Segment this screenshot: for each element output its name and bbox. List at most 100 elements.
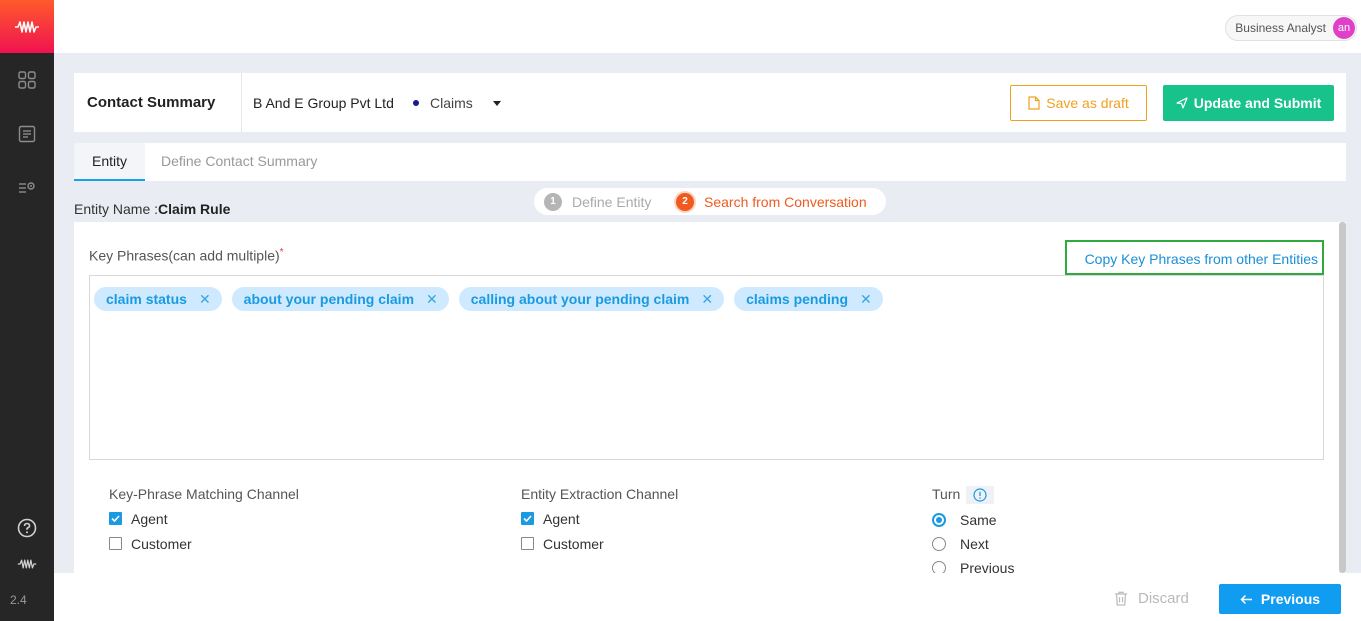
chevron-down-icon: [492, 100, 501, 106]
discard-label: Discard: [1138, 590, 1189, 607]
grid-icon: [18, 71, 36, 89]
radio-unselected[interactable]: [932, 536, 946, 551]
rail-item-documents[interactable]: [17, 124, 37, 144]
chip-label: claim status: [106, 291, 187, 307]
matching-channel-group: Key-Phrase Matching Channel Agent Custom…: [109, 486, 299, 552]
previous-button[interactable]: Previous: [1219, 584, 1341, 614]
turn-group: Turn Same Next Previous: [932, 486, 1014, 576]
header-divider: [241, 73, 242, 132]
close-icon[interactable]: ✕: [426, 291, 438, 308]
trash-icon: [1115, 591, 1127, 606]
step-number: 2: [676, 193, 694, 211]
key-phrases-label-text: Key Phrases(can add multiple): [89, 247, 280, 264]
extraction-agent-option[interactable]: Agent: [521, 510, 678, 527]
waveform-icon: [17, 559, 37, 569]
info-circle-icon: [973, 488, 987, 502]
previous-label: Previous: [1260, 591, 1321, 607]
check-icon: [523, 515, 532, 522]
update-submit-button[interactable]: Update and Submit: [1163, 85, 1334, 121]
chip-label: calling about your pending claim: [470, 291, 690, 307]
help-button[interactable]: [17, 518, 37, 538]
chip-label: claims pending: [746, 291, 849, 307]
extraction-customer-option[interactable]: Customer: [521, 535, 678, 552]
key-phrases-label: Key Phrases(can add multiple)*: [89, 247, 284, 264]
entity-name-label: Entity Name :: [74, 201, 159, 217]
checkbox-checked[interactable]: [109, 512, 122, 525]
entity-name: Entity Name :Claim Rule: [74, 201, 230, 217]
turn-title: Turn: [932, 486, 1014, 505]
turn-title-text: Turn: [932, 486, 961, 502]
document-icon: [1028, 96, 1040, 110]
user-role-label: Business Analyst: [1235, 21, 1326, 35]
arrow-left-icon: [1240, 594, 1252, 604]
bottom-logo: [17, 554, 37, 574]
company-name: B And E Group Pvt Ltd: [253, 95, 394, 111]
option-label: Customer: [543, 535, 604, 552]
close-icon[interactable]: ✕: [199, 291, 211, 308]
matching-customer-option[interactable]: Customer: [109, 535, 299, 552]
radio-selected[interactable]: [932, 512, 946, 527]
option-label: Agent: [543, 510, 580, 527]
step-define-entity[interactable]: 1 Define Entity: [544, 193, 651, 211]
user-role-chip[interactable]: Business Analyst an: [1225, 15, 1357, 41]
copy-key-phrases-link[interactable]: Copy Key Phrases from other Entities: [1065, 240, 1324, 275]
discard-button[interactable]: Discard: [1114, 590, 1189, 607]
key-phrase-chip: claims pending ✕: [734, 287, 883, 311]
close-icon[interactable]: ✕: [860, 291, 872, 308]
contact-summary-header: Contact Summary B And E Group Pvt Ltd Cl…: [74, 73, 1346, 132]
info-icon[interactable]: [966, 486, 995, 505]
category-dropdown[interactable]: Claims: [413, 95, 501, 111]
stepper: 1 Define Entity 2 Search from Conversati…: [534, 188, 886, 215]
tab-entity[interactable]: Entity: [74, 143, 145, 181]
top-bar: Business Analyst an: [54, 0, 1361, 53]
page-title: Contact Summary: [87, 94, 216, 111]
matching-agent-option[interactable]: Agent: [109, 510, 299, 527]
option-label: Agent: [131, 510, 168, 527]
extraction-channel-title: Entity Extraction Channel: [521, 486, 679, 502]
checkbox-unchecked[interactable]: [109, 537, 122, 550]
checkbox-checked[interactable]: [521, 512, 534, 525]
turn-next-option[interactable]: Next: [932, 535, 1014, 552]
document-list-icon: [18, 125, 36, 143]
rail-item-rules[interactable]: [17, 178, 37, 198]
settings-list-icon: [19, 182, 35, 193]
checkbox-unchecked[interactable]: [521, 537, 534, 550]
key-phrase-chips: claim status ✕ about your pending claim …: [94, 287, 883, 311]
step-label: Search from Conversation: [704, 194, 867, 210]
waveform-icon: [15, 20, 39, 33]
key-phrase-chip: calling about your pending claim ✕: [458, 287, 725, 311]
key-phrase-chip: claim status ✕: [94, 287, 222, 311]
step-label: Define Entity: [572, 194, 652, 210]
option-label: Next: [960, 535, 989, 552]
option-label: Same: [960, 511, 997, 528]
save-draft-button[interactable]: Save as draft: [1010, 85, 1147, 121]
tab-bar: Entity Define Contact Summary: [74, 143, 1346, 181]
check-icon: [111, 515, 120, 522]
entity-form: Key Phrases(can add multiple)* Copy Key …: [74, 222, 1346, 576]
app-logo[interactable]: [0, 0, 54, 53]
key-phrases-input[interactable]: claim status ✕ about your pending claim …: [89, 275, 1324, 460]
turn-same-option[interactable]: Same: [932, 511, 1014, 528]
update-submit-label: Update and Submit: [1193, 95, 1322, 111]
avatar: an: [1333, 17, 1355, 39]
matching-channel-title: Key-Phrase Matching Channel: [109, 486, 299, 502]
help-circle-icon: [17, 518, 37, 538]
tab-define-contact-summary[interactable]: Define Contact Summary: [161, 143, 317, 181]
step-search-conversation[interactable]: 2 Search from Conversation: [676, 193, 867, 211]
chip-label: about your pending claim: [243, 291, 415, 307]
save-draft-label: Save as draft: [1046, 95, 1129, 111]
required-mark: *: [279, 247, 284, 258]
category-dot-icon: [413, 100, 419, 106]
key-phrase-chip: about your pending claim ✕: [231, 287, 449, 311]
extraction-channel-group: Entity Extraction Channel Agent Customer: [521, 486, 678, 552]
scrollbar[interactable]: [1339, 222, 1346, 573]
app-version: 2.4: [10, 593, 27, 607]
category-value: Claims: [430, 95, 473, 111]
option-label: Customer: [131, 535, 192, 552]
rail-item-dashboard[interactable]: [17, 70, 37, 90]
footer-bar: Discard Previous: [54, 573, 1361, 621]
step-number: 1: [544, 193, 562, 211]
send-icon: [1176, 97, 1188, 109]
entity-name-value: Claim Rule: [158, 201, 231, 217]
close-icon[interactable]: ✕: [701, 291, 713, 308]
